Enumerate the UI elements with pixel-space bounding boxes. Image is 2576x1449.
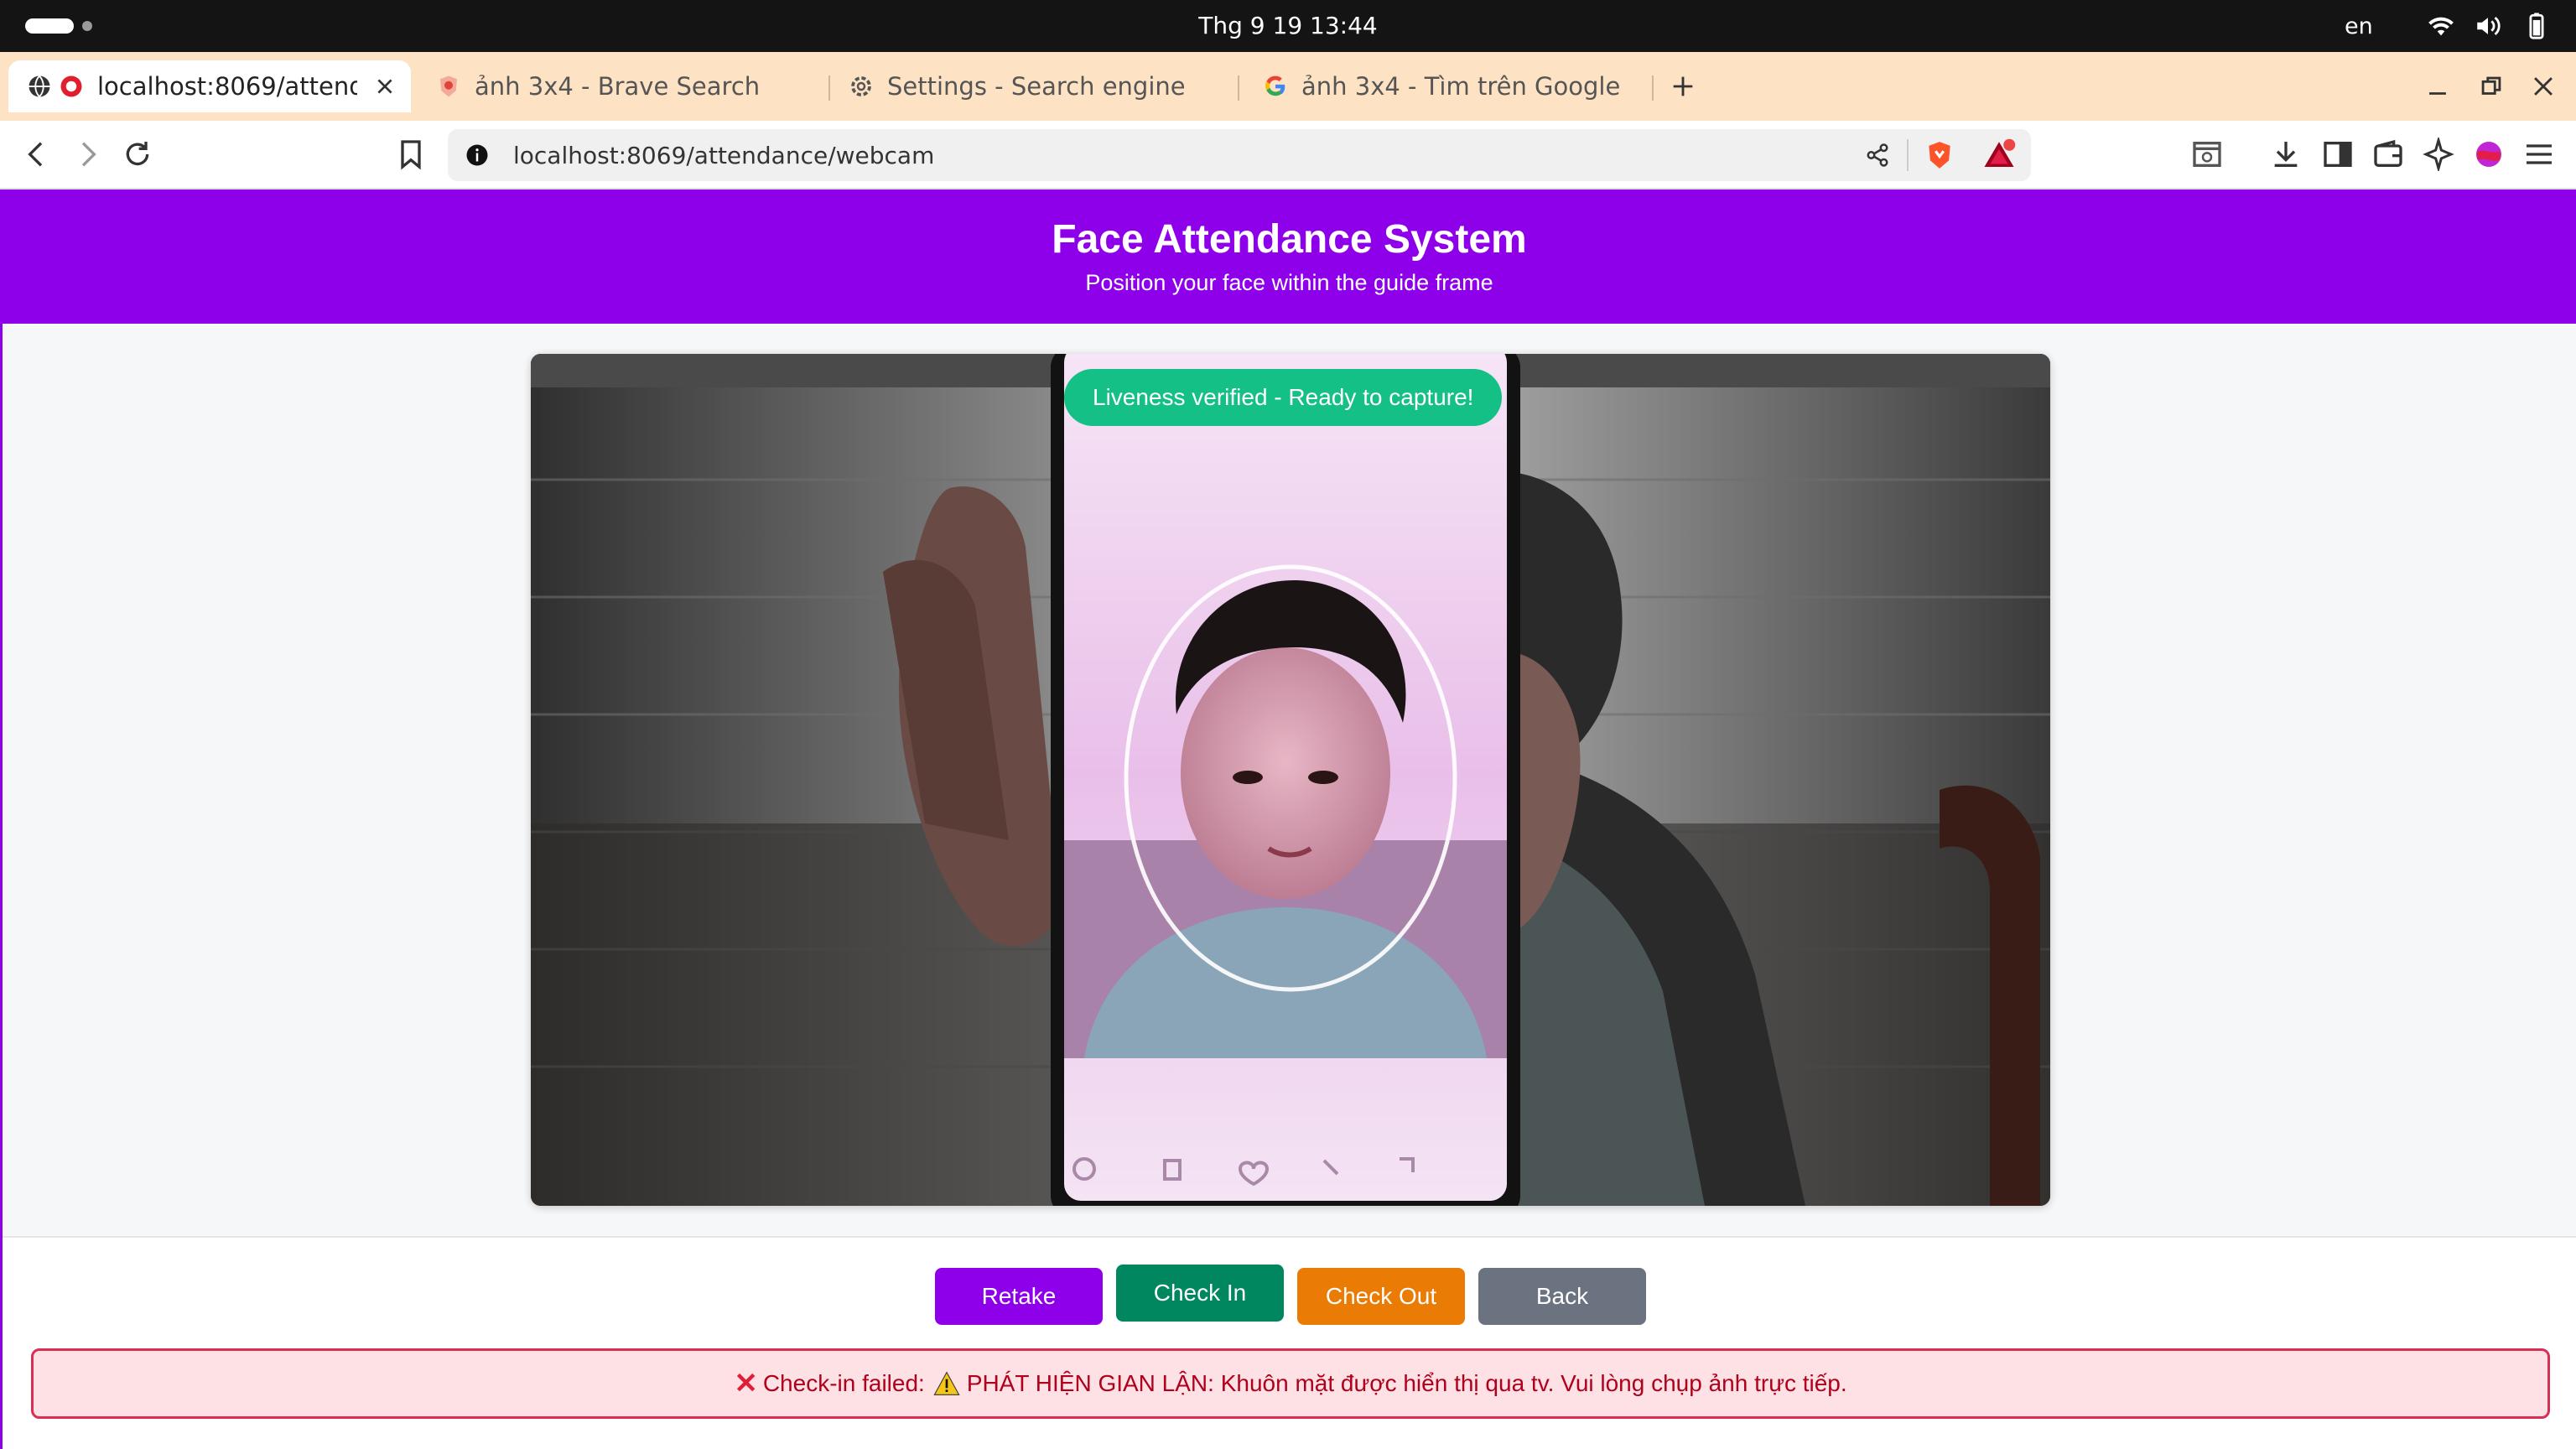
tab-title: ảnh 3x4 - Tìm trên Google [1301,72,1621,101]
back-icon[interactable] [20,138,54,171]
share-icon[interactable] [1865,143,1890,168]
volume-icon[interactable] [2474,12,2502,40]
tab-google[interactable]: ảnh 3x4 - Tìm trên Google [1263,60,1649,112]
tab-separator [1238,75,1239,101]
liveness-status-badge: Liveness verified - Ready to capture! [1064,369,1503,426]
back-button[interactable]: Back [1478,1268,1646,1325]
leo-ai-icon[interactable] [2422,138,2455,171]
page-subtitle: Position your face within the guide fram… [1085,270,1493,295]
alert-prefix: Check-in failed: [762,1370,925,1396]
tab-attendance[interactable]: localhost:8069/attendance/webcam [8,60,411,112]
webcam-preview [531,354,2050,1206]
check-out-button[interactable]: Check Out [1297,1268,1465,1325]
tab-separator [828,75,830,101]
camera-feed [531,354,2050,1206]
system-top-bar: Thg 9 19 13:44 en [0,0,2576,52]
check-in-button[interactable]: Check In [1116,1265,1284,1322]
sidebar-icon[interactable] [2321,138,2355,171]
brave-icon [440,75,457,97]
globe-icon [29,75,50,98]
new-tab-icon[interactable] [1669,72,1697,101]
app-page: Face Attendance System Position your fac… [0,190,2576,1449]
profile-avatar-icon[interactable] [2472,138,2506,171]
close-tab-icon[interactable] [374,75,396,97]
restore-icon[interactable] [2477,72,2506,101]
app-header: Face Attendance System Position your fac… [3,190,2576,324]
google-icon [1265,75,1285,96]
brave-shields-icon[interactable] [1924,139,1955,171]
close-window-icon[interactable] [2529,72,2558,101]
address-bar[interactable]: localhost:8069/attendance/webcam [448,129,2031,181]
tab-title: ảnh 3x4 - Brave Search [475,72,761,101]
tab-settings[interactable]: Settings - Search engine [849,60,1226,112]
error-alert: ✕ Check-in failed: PHÁT HIỆN GIAN LẬN: K… [31,1348,2550,1419]
wifi-icon[interactable] [2427,12,2455,40]
download-icon[interactable] [2269,138,2303,171]
site-info-icon[interactable] [465,143,490,168]
tab-brave-search[interactable]: ảnh 3x4 - Brave Search [436,60,813,112]
tab-title: localhost:8069/attendance/webcam [97,72,357,101]
reader-mode-icon[interactable] [2190,138,2224,171]
retake-button[interactable]: Retake [935,1268,1103,1325]
battery-icon[interactable] [2522,12,2551,40]
brave-rewards-icon[interactable] [1981,138,2018,173]
gear-icon [851,76,871,96]
reload-icon[interactable] [121,138,154,171]
warning-icon [933,1371,960,1395]
system-clock[interactable]: Thg 9 19 13:44 [0,12,2576,39]
url-text: localhost:8069/attendance/webcam [513,142,935,169]
bookmark-icon[interactable] [394,138,428,171]
wallet-icon[interactable] [2371,138,2405,171]
forward-icon[interactable] [70,138,104,171]
menu-icon[interactable] [2522,138,2556,171]
divider [1907,139,1909,171]
tab-title: Settings - Search engine [887,72,1186,101]
cross-mark-icon: ✕ [734,1368,758,1400]
tab-separator [1652,75,1654,101]
alert-message: PHÁT HIỆN GIAN LẬN: Khuôn mặt được hiển … [966,1370,1847,1396]
minimize-icon[interactable] [2423,72,2452,101]
input-language[interactable]: en [2345,13,2373,39]
recording-icon [60,75,82,97]
browser-tab-strip: localhost:8069/attendance/webcam ảnh 3x4… [0,52,2576,121]
page-title: Face Attendance System [1052,217,1527,262]
browser-toolbar: localhost:8069/attendance/webcam [0,121,2576,190]
